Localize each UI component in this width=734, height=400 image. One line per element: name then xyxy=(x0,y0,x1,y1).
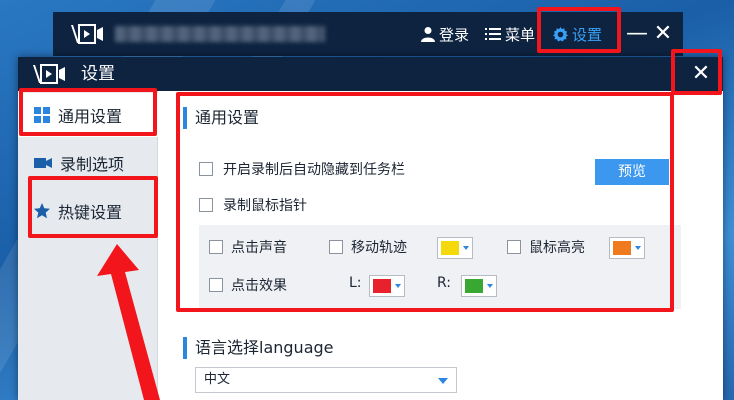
annotation-box-close xyxy=(671,49,722,95)
dialog-titlebar: 设置 ✕ xyxy=(18,57,723,91)
dialog-title: 设置 xyxy=(81,64,115,84)
menu-button[interactable]: 菜单 xyxy=(485,22,535,46)
login-label: 登录 xyxy=(439,25,470,44)
chevron-down-icon xyxy=(438,378,448,384)
sidebar-item-label: 录制选项 xyxy=(60,155,125,174)
video-camera-icon xyxy=(34,158,52,168)
menu-label: 菜单 xyxy=(505,25,536,44)
annotation-box-sidebar-general xyxy=(19,88,157,136)
app-logo-icon xyxy=(33,64,65,84)
section-title-language: 语言选择language xyxy=(183,337,334,359)
close-main-window-button[interactable]: ✕ xyxy=(651,20,675,48)
annotation-box-sidebar-hotkeys xyxy=(28,176,158,238)
login-button[interactable]: 登录 xyxy=(421,22,469,46)
language-select[interactable]: 中文 xyxy=(195,367,457,393)
language-selected-value: 中文 xyxy=(204,372,231,387)
menu-list-icon xyxy=(485,28,501,40)
app-title-blurred xyxy=(115,26,325,42)
app-logo-icon xyxy=(71,24,103,44)
settings-sidebar: 通用设置 录制选项 热键设置 xyxy=(18,91,158,400)
annotation-box-settings xyxy=(537,7,621,53)
annotation-box-general-content xyxy=(176,92,674,312)
minimize-button[interactable]: — xyxy=(625,20,649,48)
user-icon xyxy=(421,27,435,42)
